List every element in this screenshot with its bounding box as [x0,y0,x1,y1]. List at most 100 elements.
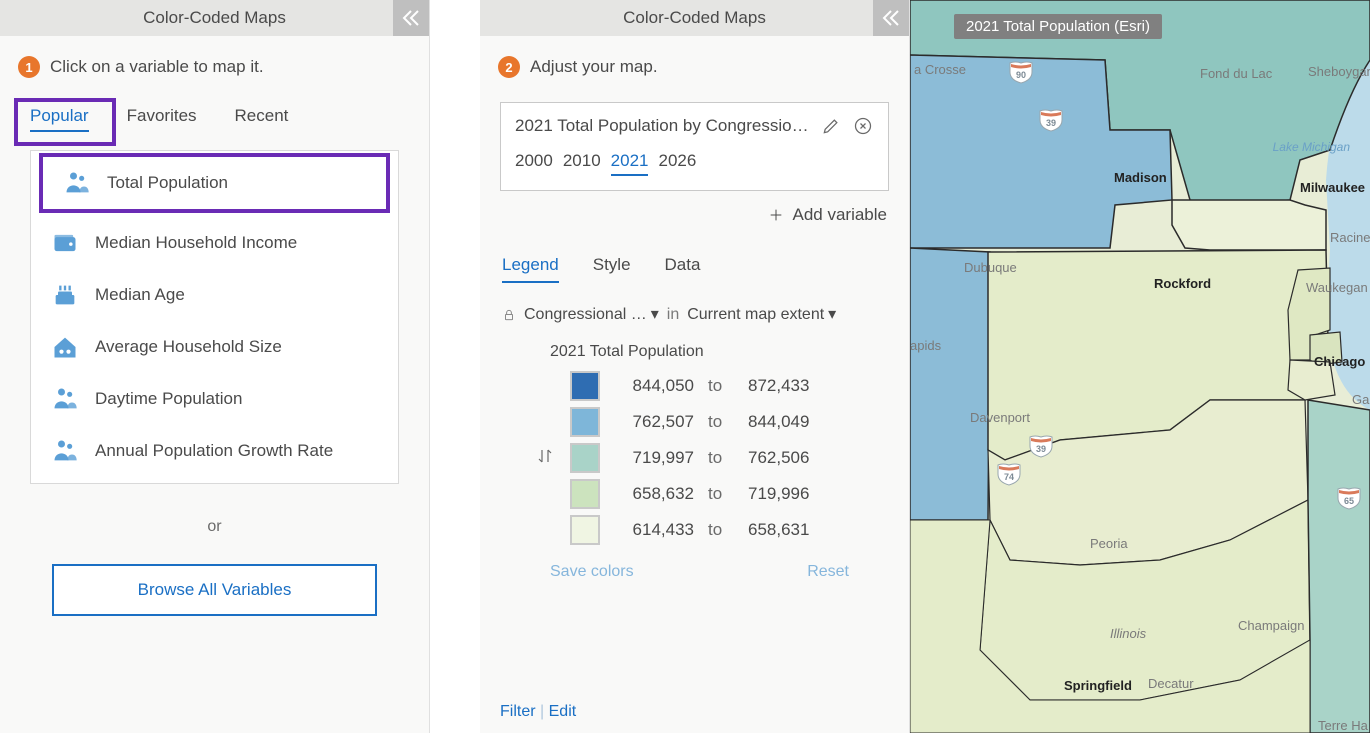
step1-text: Click on a variable to map it. [50,57,264,77]
panel2-title: Color-Coded Maps [623,8,766,28]
city-label: Waukegan [1306,280,1368,295]
city-label: a Crosse [914,62,966,77]
city-label: Madison [1114,170,1167,185]
highlight-total-population: Total Population [39,153,390,213]
city-label: Peoria [1090,536,1128,551]
legend-to: 872,433 [748,376,809,396]
variable-list: Total Population Median Household Income… [30,150,399,484]
city-label: Illinois [1110,626,1146,641]
svg-text:74: 74 [1004,472,1014,482]
city-label: Milwaukee [1300,180,1365,195]
variable-label: Average Household Size [95,337,282,357]
clear-variable-button[interactable] [852,115,874,137]
city-label: Davenport [970,410,1030,425]
panel2-collapse-button[interactable] [873,0,909,36]
variable-median-income[interactable]: Median Household Income [31,217,398,269]
year-2000[interactable]: 2000 [515,151,553,176]
variable-label: Median Household Income [95,233,297,253]
legend-to-word: to [708,376,734,396]
filter-link[interactable]: Filter [500,703,536,720]
panel1-collapse-button[interactable] [393,0,429,36]
legend-from: 844,050 [614,376,694,396]
city-label: Decatur [1148,676,1194,691]
legend-to: 844,049 [748,412,809,432]
tab-popular[interactable]: Popular [30,106,89,132]
legend-swatch[interactable] [570,371,600,401]
year-row: 2000 2010 2021 2026 [515,151,874,176]
edit-link[interactable]: Edit [549,703,577,720]
geography-row: Congressional …▾ in Current map extent▾ [502,305,887,325]
people-icon [51,437,79,465]
edit-title-button[interactable] [820,115,842,137]
tab-recent[interactable]: Recent [235,106,289,132]
panel1-header: Color-Coded Maps [0,0,429,36]
year-2021[interactable]: 2021 [611,151,649,176]
map-view[interactable]: 2021 Total Population (Esri) Lake Michig… [910,0,1370,733]
legend-swatch[interactable] [570,515,600,545]
people-icon [51,385,79,413]
legend-title: 2021 Total Population [550,343,887,361]
wallet-icon [51,229,79,257]
close-circle-icon [853,116,873,136]
legend-to: 658,631 [748,520,809,540]
svg-text:90: 90 [1016,70,1026,80]
variable-daytime-pop[interactable]: Daytime Population [31,373,398,425]
legend-from: 614,433 [614,520,694,540]
variable-tabs: Popular Favorites Recent [0,86,429,140]
geography-dropdown[interactable]: Congressional …▾ [524,305,659,325]
subtab-legend[interactable]: Legend [502,255,559,283]
legend-from: 719,997 [614,448,694,468]
city-label: Chicago [1314,354,1365,369]
extent-dropdown[interactable]: Current map extent▾ [687,305,836,325]
highway-shield-icon: 39 [1028,434,1054,458]
city-label: Springfield [1064,678,1132,693]
variable-label: Annual Population Growth Rate [95,441,333,461]
legend-swatch[interactable] [570,407,600,437]
variable-title-row: 2021 Total Population by Congressional… [515,115,874,137]
legend-to: 719,996 [748,484,809,504]
legend-to: 762,506 [748,448,809,468]
tab-favorites[interactable]: Favorites [127,106,197,132]
sort-icon[interactable] [536,447,556,470]
add-variable-label: Add variable [792,205,887,225]
pencil-icon [821,116,841,136]
step2-text: Adjust your map. [530,57,658,77]
legend-row: 719,997to762,506 [536,443,887,473]
reset-link[interactable]: Reset [807,563,849,581]
highway-shield-icon: 74 [996,462,1022,486]
variable-label: Total Population [107,173,228,193]
legend-from: 762,507 [614,412,694,432]
subtab-style[interactable]: Style [593,255,631,283]
variable-median-age[interactable]: Median Age [31,269,398,321]
cake-icon [51,281,79,309]
variable-avg-household[interactable]: Average Household Size [31,321,398,373]
city-label: Fond du Lac [1200,66,1272,81]
panel1-title: Color-Coded Maps [143,8,286,28]
bottom-links: Filter | Edit [500,703,576,721]
legend-swatch[interactable] [570,479,600,509]
highway-shield-icon: 39 [1038,108,1064,132]
legend-to-word: to [708,412,734,432]
legend-row: 762,507 to 844,049 [536,407,887,437]
save-colors-link[interactable]: Save colors [550,563,634,581]
people-icon [63,169,91,197]
year-2010[interactable]: 2010 [563,151,601,176]
panel1-step-row: 1 Click on a variable to map it. [0,36,429,86]
variable-total-population[interactable]: Total Population [43,157,386,209]
city-label: Terre Ha [1318,718,1368,733]
year-2026[interactable]: 2026 [658,151,696,176]
legend-from: 658,632 [614,484,694,504]
browse-all-button[interactable]: Browse All Variables [52,564,377,616]
variable-growth-rate[interactable]: Annual Population Growth Rate [31,425,398,477]
or-text: or [0,518,429,536]
legend-subtabs: Legend Style Data [502,255,887,283]
lock-icon [502,308,516,322]
highway-shield-icon: 90 [1008,60,1034,84]
plus-icon [768,207,784,223]
add-variable-button[interactable]: Add variable [480,205,887,225]
subtab-data[interactable]: Data [665,255,701,283]
legend-swatch[interactable] [570,443,600,473]
lake-label: Lake Michigan [1273,140,1350,154]
city-label: Dubuque [964,260,1017,275]
legend-rows: 844,050 to 872,433 762,507 to 844,049 719,997t… [480,365,909,545]
